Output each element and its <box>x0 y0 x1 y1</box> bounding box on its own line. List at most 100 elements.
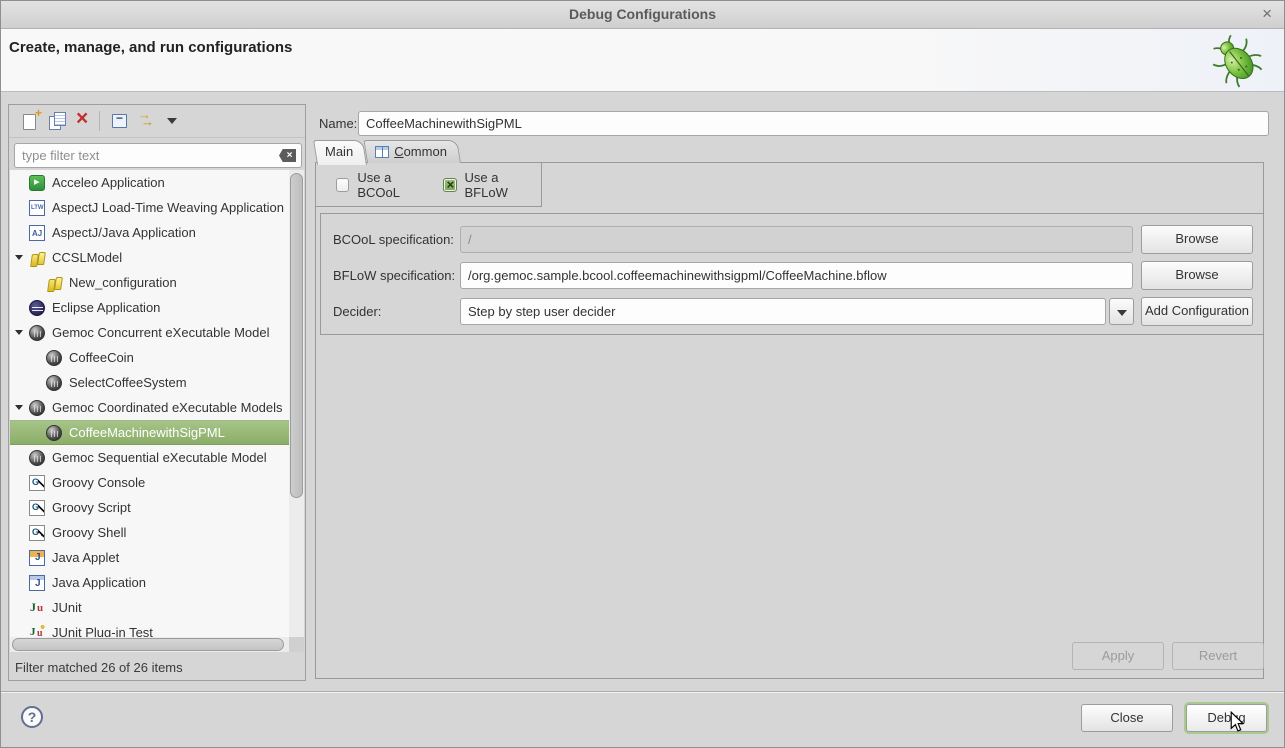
close-button[interactable]: Close <box>1081 704 1173 732</box>
bcool-specification-row: BCOoL specification: Browse <box>321 226 1263 254</box>
tree-item[interactable]: Java Application <box>10 570 290 595</box>
expander-spacer <box>10 470 29 495</box>
bflow-specification-input[interactable] <box>460 262 1133 289</box>
decider-dropdown-icon[interactable] <box>1109 298 1134 325</box>
gemoc-icon <box>46 425 62 441</box>
tree-item-label: SelectCoffeeSystem <box>69 375 187 390</box>
duplicate-icon <box>46 109 70 133</box>
add-configuration-button[interactable]: Add Configuration <box>1141 297 1253 326</box>
tree-item[interactable]: Eclipse Application <box>10 295 290 320</box>
tree-item[interactable]: Acceleo Application <box>10 170 290 195</box>
name-input[interactable] <box>358 111 1269 136</box>
ccsl-icon <box>29 250 45 266</box>
groovy-icon <box>29 525 45 541</box>
use-bcool-checkbox[interactable] <box>336 178 349 192</box>
tree-item[interactable]: SelectCoffeeSystem <box>10 370 290 395</box>
expander-icon[interactable] <box>10 245 29 270</box>
expander-spacer <box>10 520 29 545</box>
language-choice-group: Use a BCOoL Use a BFLoW <box>315 162 542 207</box>
expander-icon[interactable] <box>10 320 29 345</box>
tree-item-label: Eclipse Application <box>52 300 160 315</box>
tree-item-label: Acceleo Application <box>52 175 165 190</box>
bflow-specification-row: BFLoW specification: Browse <box>321 262 1263 290</box>
bcool-browse-button[interactable]: Browse <box>1141 225 1253 254</box>
configurations-panel: Acceleo Application AspectJ Load-Time Wea… <box>8 104 306 681</box>
tab-main-label: Main <box>325 144 353 159</box>
name-label: Name: <box>319 116 357 131</box>
tree-vertical-scrollbar-thumb[interactable] <box>290 173 303 498</box>
expander-spacer <box>10 495 29 520</box>
tree-horizontal-scrollbar[interactable] <box>10 637 290 652</box>
tree-item-label: JUnit <box>52 600 82 615</box>
filter-configurations-button[interactable] <box>135 109 159 133</box>
expander-icon[interactable] <box>10 395 29 420</box>
expander-spacer <box>10 545 29 570</box>
bcool-specification-label: BCOoL specification: <box>333 232 454 247</box>
use-bflow-option[interactable]: Use a BFLoW <box>443 170 541 200</box>
help-button[interactable]: ? <box>21 706 43 728</box>
tree-item[interactable]: New_configuration <box>10 270 290 295</box>
footer-separator <box>1 691 1284 693</box>
collapse-all-icon <box>108 109 132 133</box>
tree-item-label: Gemoc Concurrent eXecutable Model <box>52 325 270 340</box>
collapse-all-button[interactable] <box>108 109 132 133</box>
use-bcool-option[interactable]: Use a BCOoL <box>336 170 433 200</box>
expander-spacer <box>10 570 29 595</box>
tree-horizontal-scrollbar-thumb[interactable] <box>12 638 284 651</box>
delete-configuration-button[interactable] <box>72 109 96 133</box>
tab-common[interactable]: Common <box>367 140 461 163</box>
titlebar[interactable]: Debug Configurations × <box>1 1 1284 29</box>
expander-spacer <box>10 295 29 320</box>
decider-combo-input[interactable] <box>460 298 1106 325</box>
tree-item[interactable]: JUnit <box>10 595 290 620</box>
tree-item[interactable]: Gemoc Sequential eXecutable Model <box>10 445 290 470</box>
new-launch-configuration-button[interactable] <box>19 109 43 133</box>
eclipse-icon <box>29 300 45 316</box>
apply-button[interactable]: Apply <box>1072 642 1164 670</box>
filter-input[interactable] <box>14 143 302 168</box>
mouse-cursor <box>1229 711 1245 733</box>
tree-item-label: Gemoc Sequential eXecutable Model <box>52 450 267 465</box>
expander-spacer <box>27 270 46 295</box>
tree-item[interactable]: Groovy Shell <box>10 520 290 545</box>
duplicate-configuration-button[interactable] <box>46 109 70 133</box>
tree-item[interactable]: Gemoc Concurrent eXecutable Model <box>10 320 290 345</box>
tree-item-label: Java Applet <box>52 550 119 565</box>
tree-item-label: CCSLModel <box>52 250 122 265</box>
tree-item[interactable]: Groovy Console <box>10 470 290 495</box>
expander-spacer <box>10 220 29 245</box>
debug-bug-icon <box>1208 31 1266 89</box>
use-bflow-checkbox[interactable] <box>443 178 456 192</box>
tree-item[interactable]: AspectJ/Java Application <box>10 220 290 245</box>
debug-button[interactable]: Debug <box>1186 704 1267 732</box>
tree-item[interactable]: CoffeeMachinewithSigPML <box>10 420 290 445</box>
tree-item[interactable]: CoffeeCoin <box>10 345 290 370</box>
revert-button[interactable]: Revert <box>1172 642 1264 670</box>
new-config-icon <box>19 109 43 133</box>
filter-status-text: Filter matched 26 of 26 items <box>15 660 183 675</box>
configurations-toolbar <box>9 105 305 138</box>
tree-item-label: CoffeeCoin <box>69 350 134 365</box>
tab-main[interactable]: Main <box>317 140 367 163</box>
toolbar-separator <box>99 111 100 131</box>
table-icon <box>375 146 389 158</box>
gemoc-icon <box>46 375 62 391</box>
tree-item-label: Java Application <box>52 575 146 590</box>
tree-vertical-scrollbar[interactable] <box>289 170 304 639</box>
tree-item[interactable]: AspectJ Load-Time Weaving Application <box>10 195 290 220</box>
tree-item[interactable]: CCSLModel <box>10 245 290 270</box>
aspectj-ltw-icon <box>29 200 45 216</box>
acceleo-icon <box>29 175 45 191</box>
tree-item[interactable]: Gemoc Coordinated eXecutable Models <box>10 395 290 420</box>
bflow-browse-button[interactable]: Browse <box>1141 261 1253 290</box>
dialog-header-title: Create, manage, and run configurations <box>9 39 292 56</box>
groovy-icon <box>29 475 45 491</box>
window-close-icon[interactable]: × <box>1262 5 1272 23</box>
tree-item[interactable]: Groovy Script <box>10 495 290 520</box>
ccsl-icon <box>46 275 62 291</box>
tab-bar: Main Common <box>317 140 461 163</box>
tree-item[interactable]: Java Applet <box>10 545 290 570</box>
toolbar-menu-button[interactable] <box>162 109 186 133</box>
decider-label: Decider: <box>333 304 381 319</box>
groovy-icon <box>29 500 45 516</box>
